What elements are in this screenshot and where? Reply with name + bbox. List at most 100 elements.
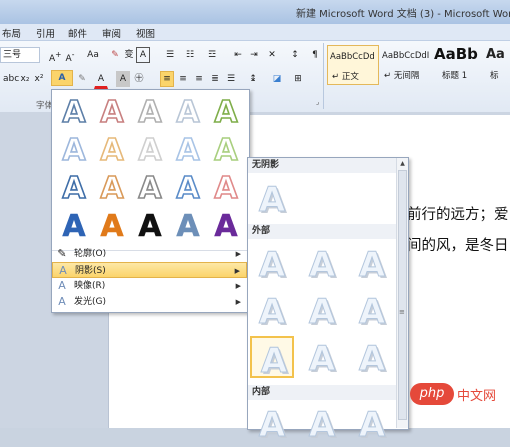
superscript-icon[interactable]: x²: [32, 71, 46, 87]
shadow-style[interactable]: AA: [350, 336, 394, 382]
tab-review[interactable]: 审阅: [102, 26, 121, 40]
svg-text:A: A: [359, 292, 386, 331]
text-effect-style[interactable]: A: [208, 168, 244, 207]
multilevel-list-icon[interactable]: ☲: [202, 47, 222, 63]
text-effect-style[interactable]: A: [56, 130, 92, 169]
text-effect-style[interactable]: A: [170, 92, 206, 131]
style-heading-2[interactable]: Aa 标: [484, 45, 510, 83]
shadow-style[interactable]: AA: [300, 336, 344, 382]
shadow-style[interactable]: AA: [300, 289, 344, 335]
effect-a-icon: A: [176, 170, 202, 207]
text-effect-style[interactable]: A: [170, 168, 206, 207]
shading-icon[interactable]: ◪: [268, 71, 286, 87]
shadow-a-icon: AA: [260, 341, 290, 384]
pen-icon: ✎: [57, 247, 67, 260]
decrease-indent-icon[interactable]: ⇤: [230, 47, 246, 63]
bullets-icon[interactable]: ☰: [160, 47, 180, 63]
text-effect-style[interactable]: A: [208, 206, 244, 245]
enclose-char-icon[interactable]: ㊉: [132, 71, 146, 87]
shadow-style[interactable]: AA: [350, 289, 394, 335]
text-effect-style[interactable]: A: [132, 168, 168, 207]
grow-font-icon[interactable]: A+: [48, 47, 62, 64]
shrink-font-icon[interactable]: A-: [63, 47, 77, 64]
svg-text:A: A: [214, 171, 238, 204]
tab-references[interactable]: 引用: [36, 26, 55, 40]
style-normal[interactable]: AaBbCcDd ↵ 正文: [327, 45, 379, 85]
text-effect-style[interactable]: A: [94, 92, 130, 131]
shadow-style[interactable]: AA: [250, 402, 294, 447]
text-effects-button[interactable]: A: [51, 70, 73, 86]
shadow-a-icon: AA: [258, 180, 288, 223]
font-size-select[interactable]: 三号: [0, 47, 40, 63]
align-left-icon[interactable]: ≡: [160, 71, 174, 87]
menu-item-reflection[interactable]: A 映像(R) ▶: [52, 278, 247, 294]
paragraph-dialog-launcher[interactable]: ⌟: [316, 98, 319, 106]
char-shading-icon[interactable]: A: [116, 71, 130, 87]
svg-text:A: A: [138, 171, 162, 204]
svg-text:A: A: [259, 245, 286, 284]
text-effect-style[interactable]: A: [56, 206, 92, 245]
clear-format-icon[interactable]: ✎: [108, 47, 122, 63]
style-heading-1[interactable]: AaBb 标题 1: [432, 45, 482, 83]
borders-icon[interactable]: ⊞: [290, 71, 306, 87]
menu-item-outline[interactable]: ✎ 轮廓(O) ▶: [52, 246, 247, 262]
shadow-style[interactable]: AA: [250, 242, 294, 288]
menu-item-shadow[interactable]: A 阴影(S) ▶: [52, 262, 247, 278]
align-right-icon[interactable]: ≡: [192, 71, 206, 87]
shadow-style[interactable]: AA: [350, 242, 394, 288]
shadow-style[interactable]: AA: [250, 289, 294, 335]
menu-item-label: 轮廓(O): [74, 249, 107, 259]
change-case-icon[interactable]: Aa: [84, 47, 102, 63]
highlight-color-icon[interactable]: ✎: [74, 71, 90, 87]
text-effect-style[interactable]: A: [56, 92, 92, 131]
char-border-icon[interactable]: A: [136, 47, 150, 63]
style-no-spacing[interactable]: AaBbCcDdI ↵ 无间隔: [380, 45, 430, 83]
text-effect-style[interactable]: A: [132, 92, 168, 131]
text-effect-style[interactable]: A: [208, 92, 244, 131]
ribbon-tabs: 布局 引用 邮件 审阅 视图: [0, 24, 510, 40]
text-effect-style[interactable]: A: [132, 130, 168, 169]
increase-indent-icon[interactable]: ⇥: [246, 47, 262, 63]
tab-view[interactable]: 视图: [136, 26, 155, 40]
phonetic-guide-icon[interactable]: 变: [122, 47, 136, 63]
shadow-style[interactable]: AA: [250, 336, 294, 384]
font-color-icon[interactable]: A: [94, 71, 108, 89]
shadow-style[interactable]: AA: [300, 242, 344, 288]
text-effect-style[interactable]: A: [132, 206, 168, 245]
text-effect-style[interactable]: A: [94, 130, 130, 169]
text-effect-style[interactable]: A: [170, 206, 206, 245]
justify-icon[interactable]: ≣: [208, 71, 222, 87]
svg-text:A: A: [259, 292, 286, 331]
shadow-style[interactable]: AA: [300, 402, 344, 447]
svg-text:A: A: [176, 133, 200, 166]
show-marks-icon[interactable]: ¶: [308, 47, 322, 63]
svg-text:A: A: [214, 95, 238, 128]
text-effect-style[interactable]: A: [94, 168, 130, 207]
shadow-style[interactable]: AA: [250, 177, 294, 223]
subscript-icon[interactable]: x₂: [18, 71, 32, 87]
distributed-icon[interactable]: ☰: [224, 71, 238, 87]
submenu-scrollbar[interactable]: ▲ ≡: [396, 158, 408, 428]
line-spacing-icon[interactable]: ↨: [244, 71, 262, 87]
text-effect-style[interactable]: A: [170, 130, 206, 169]
chinese-layout-icon[interactable]: ✕: [264, 47, 280, 63]
style-sample: Aa: [486, 47, 505, 62]
text-effect-style[interactable]: A: [94, 206, 130, 245]
strikethrough-icon[interactable]: abc: [2, 71, 19, 87]
shadow-a-icon: AA: [308, 405, 338, 447]
sort-icon[interactable]: ↕: [287, 47, 303, 63]
shadow-style[interactable]: AA: [350, 402, 394, 447]
numbering-icon[interactable]: ☷: [180, 47, 200, 63]
svg-text:A: A: [309, 339, 336, 378]
text-effect-style[interactable]: A: [56, 168, 92, 207]
window-title: 新建 Microsoft Word 文档 (3) - Microsoft Wor…: [296, 9, 510, 19]
menu-item-glow[interactable]: A 发光(G) ▶: [52, 294, 247, 310]
text-effect-style[interactable]: A: [208, 130, 244, 169]
tab-layout[interactable]: 布局: [2, 26, 21, 40]
scroll-up-arrow-icon[interactable]: ▲: [398, 159, 407, 168]
tab-mailings[interactable]: 邮件: [68, 26, 87, 40]
font-size-value: 三号: [3, 50, 22, 60]
scroll-thumb[interactable]: [398, 170, 407, 420]
align-center-icon[interactable]: ≡: [176, 71, 190, 87]
svg-text:A: A: [309, 292, 336, 331]
